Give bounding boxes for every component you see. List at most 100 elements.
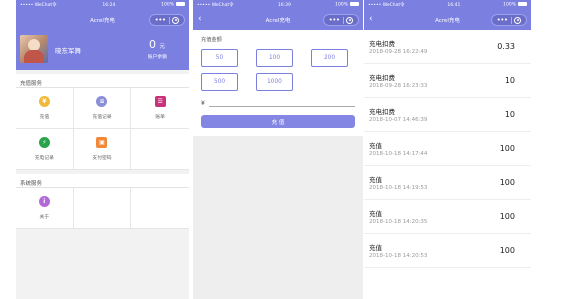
battery-indicator: 100% bbox=[503, 2, 527, 8]
more-icon[interactable]: ••• bbox=[155, 17, 166, 24]
nav-bar: ‹ Acrel充电 ••• bbox=[193, 10, 363, 30]
record-type: 充电扣费 bbox=[369, 40, 395, 48]
currency-symbol: ¥ bbox=[201, 100, 205, 107]
list-item[interactable]: 充值 2018-10-18 14:20:53 100 bbox=[364, 234, 531, 268]
record-amount: 100 bbox=[499, 246, 515, 255]
battery-indicator: 100% bbox=[161, 2, 185, 8]
battery-icon bbox=[350, 2, 359, 7]
recharge-card: 充值金额 50 100 200 500 1000 ¥ 充 值 bbox=[193, 30, 363, 136]
nav-bar: ‹ Acrel充电 ••• bbox=[364, 10, 531, 30]
amount-label: 充值金额 bbox=[201, 37, 222, 43]
service-recharge-record[interactable]: ≡ 充值记录 bbox=[73, 88, 132, 129]
battery-icon bbox=[176, 2, 185, 7]
record-type: 充值 bbox=[369, 244, 382, 252]
mini-program-capsule[interactable]: ••• bbox=[323, 14, 359, 26]
more-icon[interactable]: ••• bbox=[497, 17, 508, 24]
page-title: Acrel充电 bbox=[90, 18, 115, 24]
section-title-system: 系统服务 bbox=[16, 174, 189, 188]
record-date: 2018-10-07 14:46:39 bbox=[369, 117, 428, 123]
custom-amount-input[interactable] bbox=[208, 99, 355, 107]
list-item[interactable]: 充值 2018-10-18 14:17:44 100 bbox=[364, 132, 531, 166]
lightning-icon: ⚡ bbox=[38, 137, 50, 148]
service-pay-password[interactable]: ▣ 支付密码 bbox=[73, 129, 132, 170]
time-text: 16:24 bbox=[102, 2, 116, 8]
mini-program-capsule[interactable]: ••• bbox=[491, 14, 527, 26]
service-recharge[interactable]: ¥ 充值 bbox=[16, 88, 74, 129]
nav-bar: Acrel充电 ••• bbox=[16, 10, 189, 30]
user-name: 晓东军舞 bbox=[55, 47, 81, 55]
record-type: 充值 bbox=[369, 142, 382, 150]
record-date: 2018-09-28 16:23:33 bbox=[369, 83, 428, 89]
home-screen: ••••• WeChat令 16:24 100% Acrel充电 ••• 晓东军… bbox=[16, 0, 189, 299]
record-date: 2018-09-28 16:22:49 bbox=[369, 49, 428, 55]
back-arrow-icon[interactable]: ‹ bbox=[369, 14, 373, 25]
record-amount: 10 bbox=[504, 76, 515, 85]
status-bar: ••••• WeChat令 16:39 100% bbox=[193, 0, 363, 10]
page-title: Acrel充电 bbox=[435, 18, 460, 24]
records-screen: ••••• WeChat令 16:41 100% ‹ Acrel充电 ••• 充… bbox=[364, 0, 531, 299]
back-arrow-icon[interactable]: ‹ bbox=[198, 14, 202, 25]
system-services-grid: i 关于 bbox=[16, 188, 189, 229]
amount-option-500[interactable]: 500 bbox=[201, 73, 238, 91]
empty-cell bbox=[131, 129, 189, 170]
time-text: 16:41 bbox=[447, 2, 461, 8]
list-item[interactable]: 充值 2018-10-18 14:19:53 100 bbox=[364, 166, 531, 200]
info-icon: i bbox=[38, 196, 50, 207]
amount-option-1000[interactable]: 1000 bbox=[256, 73, 293, 91]
record-amount: 10 bbox=[504, 110, 515, 119]
record-amount: 100 bbox=[499, 212, 515, 221]
record-amount: 100 bbox=[499, 144, 515, 153]
record-type: 充电扣费 bbox=[369, 108, 395, 116]
close-circle-icon[interactable] bbox=[514, 16, 522, 24]
empty-cell bbox=[131, 188, 189, 229]
more-icon[interactable]: ••• bbox=[329, 17, 340, 24]
list-item[interactable]: 充电扣费 2018-09-28 16:23:33 10 bbox=[364, 64, 531, 98]
balance-value: 0 元 bbox=[148, 38, 165, 51]
record-icon: ≡ bbox=[96, 96, 108, 107]
record-date: 2018-10-18 14:20:35 bbox=[369, 219, 428, 225]
bill-icon: ☰ bbox=[154, 96, 166, 107]
record-type: 充电扣费 bbox=[369, 74, 395, 82]
lock-icon: ▣ bbox=[96, 137, 108, 148]
list-item[interactable]: 充电扣费 2018-10-07 14:46:39 10 bbox=[364, 98, 531, 132]
service-about[interactable]: i 关于 bbox=[16, 188, 74, 229]
recharge-services-grid: ¥ 充值 ≡ 充值记录 ☰ 账单 ⚡ 充电记录 ▣ 支付密码 bbox=[16, 88, 189, 170]
close-circle-icon[interactable] bbox=[346, 16, 354, 24]
record-date: 2018-10-18 14:20:53 bbox=[369, 253, 428, 259]
record-date: 2018-10-18 14:17:44 bbox=[369, 151, 428, 157]
custom-amount-row: ¥ bbox=[201, 99, 355, 107]
close-circle-icon[interactable] bbox=[172, 16, 180, 24]
record-date: 2018-10-18 14:19:53 bbox=[369, 185, 428, 191]
amount-option-100[interactable]: 100 bbox=[256, 49, 293, 67]
amount-options: 50 100 200 500 1000 bbox=[201, 49, 355, 91]
list-item[interactable]: 充值 2018-10-18 14:20:35 100 bbox=[364, 200, 531, 234]
page-title: Acrel充电 bbox=[265, 18, 291, 24]
carrier-text: ••••• WeChat令 bbox=[197, 3, 234, 8]
avatar[interactable] bbox=[20, 35, 48, 63]
status-bar: ••••• WeChat令 16:24 100% bbox=[16, 0, 189, 10]
record-amount: 0.33 bbox=[497, 42, 515, 51]
service-charge-record[interactable]: ⚡ 充电记录 bbox=[16, 129, 74, 170]
amount-option-200[interactable]: 200 bbox=[311, 49, 348, 67]
record-type: 充值 bbox=[369, 176, 382, 184]
time-text: 16:39 bbox=[277, 2, 291, 8]
empty-cell bbox=[73, 188, 132, 229]
balance-label: 账户余额 bbox=[147, 55, 167, 60]
service-bill[interactable]: ☰ 账单 bbox=[131, 88, 189, 129]
list-item[interactable]: 充电扣费 2018-09-28 16:22:49 0.33 bbox=[364, 30, 531, 64]
carrier-text: ••••• WeChat令 bbox=[20, 3, 57, 8]
record-amount: 100 bbox=[499, 178, 515, 187]
section-title-recharge: 充值服务 bbox=[16, 74, 189, 88]
recharge-button[interactable]: 充 值 bbox=[201, 115, 355, 128]
mini-program-capsule[interactable]: ••• bbox=[149, 14, 185, 26]
wallet-icon: ¥ bbox=[38, 96, 50, 107]
battery-indicator: 100% bbox=[335, 2, 359, 8]
status-bar: ••••• WeChat令 16:41 100% bbox=[364, 0, 531, 10]
battery-icon bbox=[518, 2, 527, 7]
record-type: 充值 bbox=[369, 210, 382, 218]
carrier-text: ••••• WeChat令 bbox=[368, 3, 405, 8]
records-list: 充电扣费 2018-09-28 16:22:49 0.33 充电扣费 2018-… bbox=[364, 30, 531, 268]
user-header: 晓东军舞 0 元 账户余额 bbox=[16, 30, 189, 70]
amount-option-50[interactable]: 50 bbox=[201, 49, 238, 67]
recharge-screen: ••••• WeChat令 16:39 100% ‹ Acrel充电 ••• 充… bbox=[193, 0, 363, 299]
